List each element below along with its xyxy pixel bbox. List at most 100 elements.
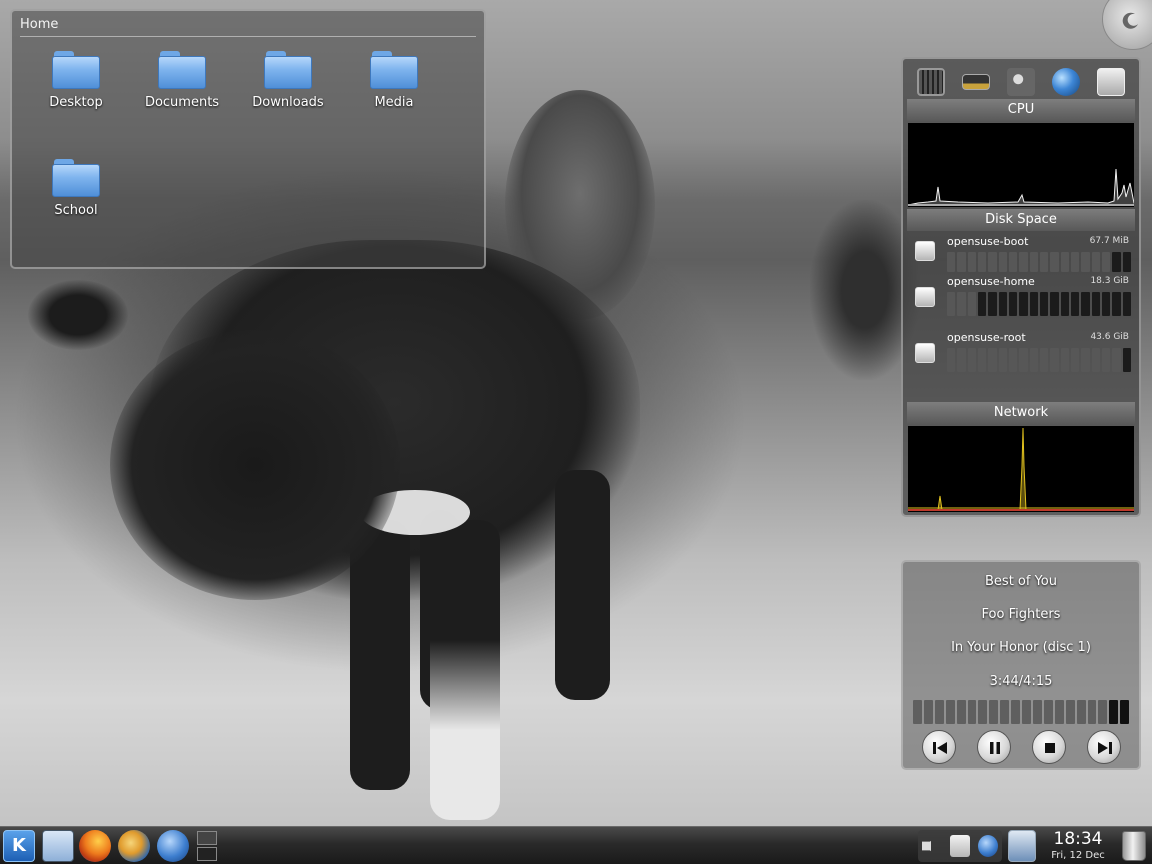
folder-media[interactable]: Media	[344, 51, 444, 110]
firefox-icon[interactable]	[79, 830, 111, 862]
cpu-graph	[908, 123, 1134, 207]
progress-segment	[913, 700, 922, 724]
kopete-tray-icon[interactable]	[978, 835, 998, 857]
progress-segment	[967, 700, 977, 724]
disk-usage-segment	[1039, 348, 1049, 372]
progress-segment	[1054, 700, 1064, 724]
wallpaper-dog-leg	[555, 470, 610, 700]
folder-view-widget[interactable]: Home Desktop Documents Downloads Media S…	[10, 9, 486, 269]
virtual-desktop-pager[interactable]	[197, 831, 217, 861]
disk-usage-segment	[967, 292, 976, 316]
media-controls	[903, 730, 1139, 764]
folder-icon	[158, 51, 206, 89]
disk-usage-segment	[988, 292, 997, 316]
progress-segment	[1109, 700, 1119, 724]
disk-usage-segment	[1112, 292, 1121, 316]
disk-usage-segment	[1039, 252, 1049, 272]
stop-icon	[1044, 743, 1055, 753]
system-monitor-widget: CPU Disk Space opensuse-boot 67.7 MiB op…	[901, 57, 1141, 517]
stop-button[interactable]	[1031, 730, 1066, 764]
disk-usage-segment	[1070, 292, 1080, 316]
disk-usage-segment	[1122, 292, 1131, 316]
cpu-icon[interactable]	[917, 68, 946, 96]
disk-usage-segment	[1070, 252, 1080, 272]
clock-date: Fri, 12 Dec	[1051, 850, 1105, 861]
disk-usage-segment	[1122, 348, 1131, 372]
network-graph	[908, 426, 1134, 512]
now-playing-widget: Best of You Foo Fighters In Your Honor (…	[901, 560, 1141, 770]
disk-usage-bar	[947, 252, 1131, 272]
clipboard-icon[interactable]	[950, 835, 970, 857]
network-globe-icon[interactable]	[1051, 68, 1080, 96]
folder-label: Desktop	[49, 95, 103, 110]
progress-segment	[934, 700, 944, 724]
folder-view-title: Home	[20, 17, 59, 32]
pause-button[interactable]	[976, 730, 1011, 764]
kickoff-menu-button[interactable]: K	[3, 830, 35, 862]
disk-row-root[interactable]: opensuse-root 43.6 GiB	[915, 331, 1131, 372]
progress-segment	[1065, 700, 1075, 724]
progress-segment	[1120, 700, 1130, 724]
disk-size: 67.7 MiB	[1089, 236, 1129, 246]
folder-label: Media	[374, 95, 414, 110]
pager-desktop-1[interactable]	[197, 831, 217, 845]
track-artist: Foo Fighters	[981, 607, 1061, 622]
pager-desktop-2[interactable]	[197, 847, 217, 861]
trash-icon[interactable]	[1122, 831, 1146, 861]
kopete-icon[interactable]	[157, 830, 189, 862]
hard-disk-icon	[915, 287, 935, 307]
folder-school[interactable]: School	[26, 159, 126, 218]
disk-usage-segment	[1029, 252, 1038, 272]
next-track-button[interactable]	[1086, 730, 1121, 764]
disk-usage-segment	[967, 252, 976, 272]
disk-usage-segment	[977, 252, 987, 272]
disk-row-home[interactable]: opensuse-home 18.3 GiB	[915, 275, 1131, 316]
disk-usage-segment	[1050, 252, 1059, 272]
disk-usage-segment	[1091, 292, 1100, 316]
memory-icon[interactable]	[962, 74, 991, 90]
network-manager-icon[interactable]	[1008, 830, 1036, 862]
volume-icon[interactable]	[922, 835, 938, 857]
disk-row-boot[interactable]: opensuse-boot 67.7 MiB	[915, 235, 1131, 275]
disk-usage-segment	[1039, 292, 1049, 316]
disk-usage-segment	[1050, 348, 1059, 372]
disk-usage-bar	[947, 292, 1131, 316]
disk-usage-segment	[1060, 292, 1069, 316]
folder-downloads[interactable]: Downloads	[238, 51, 338, 110]
pause-icon	[989, 742, 1000, 754]
disk-usage-segment	[1091, 252, 1100, 272]
network-header: Network	[907, 402, 1135, 424]
taskbar-panel: K 18:34 Fri, 12 Dec	[0, 826, 1152, 864]
folder-desktop[interactable]: Desktop	[26, 51, 126, 110]
disk-usage-segment	[1019, 252, 1028, 272]
wallpaper-background-dog	[28, 280, 128, 350]
digital-clock[interactable]: 18:34 Fri, 12 Dec	[1044, 829, 1112, 862]
skip-back-icon	[932, 742, 947, 754]
system-tray	[918, 830, 1002, 862]
progress-segment	[1000, 700, 1010, 724]
disk-space-header: Disk Space	[907, 209, 1135, 231]
disk-usage-segment	[998, 348, 1007, 372]
hard-disk-icon[interactable]	[1096, 68, 1125, 96]
folder-label: School	[54, 203, 98, 218]
progress-segment	[1011, 700, 1021, 724]
hardware-icon[interactable]	[1006, 68, 1035, 96]
dolphin-icon[interactable]	[42, 830, 74, 862]
disk-usage-segment	[1029, 348, 1038, 372]
progress-segment	[923, 700, 933, 724]
plasma-toolbox-cashew[interactable]	[1102, 0, 1152, 50]
previous-track-button[interactable]	[921, 730, 956, 764]
disk-usage-segment	[1081, 252, 1090, 272]
folder-documents[interactable]: Documents	[132, 51, 232, 110]
progress-segment	[1098, 700, 1108, 724]
disk-usage-segment	[1060, 252, 1069, 272]
disk-size: 18.3 GiB	[1090, 276, 1129, 286]
plasma-toolbox-icon	[1122, 12, 1138, 29]
track-album: In Your Honor (disc 1)	[951, 640, 1091, 655]
track-progress-bar[interactable]	[913, 700, 1130, 724]
disk-usage-segment	[947, 252, 956, 272]
disk-name: opensuse-boot	[947, 235, 1029, 248]
disk-usage-bar	[947, 348, 1131, 372]
disk-usage-segment	[1112, 348, 1121, 372]
thunderbird-icon[interactable]	[118, 830, 150, 862]
